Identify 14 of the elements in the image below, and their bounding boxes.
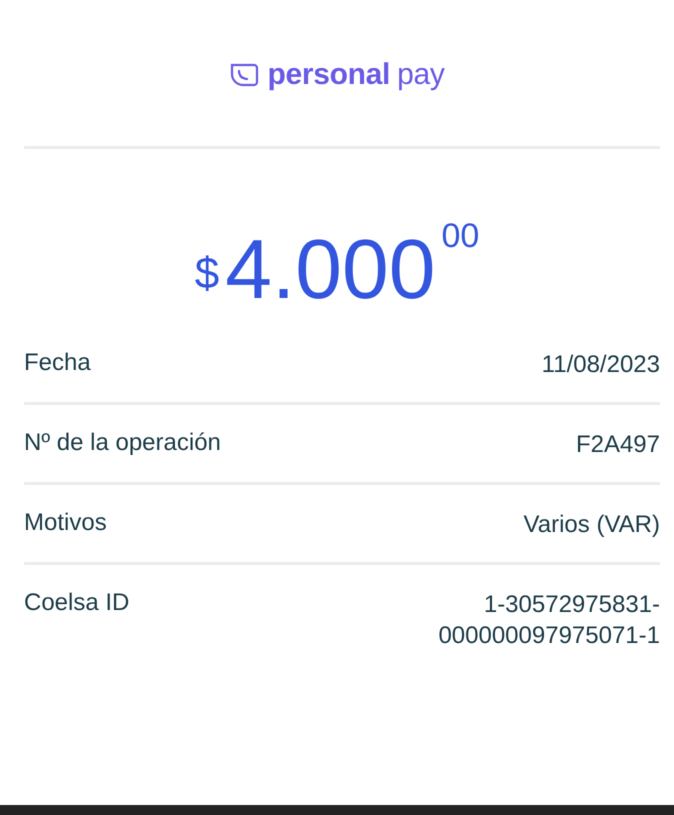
detail-value: 1-30572975831- [482,590,660,620]
detail-label: Nº de la operación [24,429,221,458]
detail-value: 11/08/2023 [542,350,660,380]
detail-value: Varios (VAR) [524,510,660,540]
amount-cents: 00 [441,217,480,256]
detail-label: Motivos [24,509,107,538]
logo-icon [229,61,260,89]
detail-value: F2A497 [576,430,660,460]
detail-label: Coelsa ID [24,589,130,618]
detail-label: Fecha [24,349,91,378]
brand-logo: personal pay [267,58,445,92]
detail-value: 000000097975071-1 [438,621,660,651]
currency-symbol: $ [194,249,220,299]
amount-value: 4.000 [225,227,436,311]
